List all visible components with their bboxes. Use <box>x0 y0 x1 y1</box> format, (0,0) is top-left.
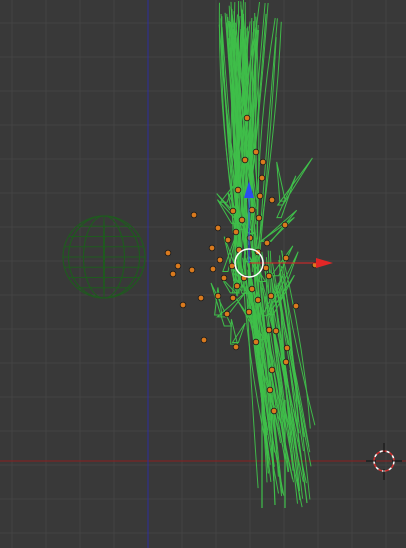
viewport-canvas[interactable] <box>0 0 406 548</box>
grass-hair-object[interactable] <box>210 0 316 508</box>
grid-floor <box>0 0 406 548</box>
gizmo-x-arrow-icon[interactable] <box>316 258 333 268</box>
3d-viewport[interactable] <box>0 0 406 548</box>
sphere-object[interactable] <box>62 215 146 299</box>
